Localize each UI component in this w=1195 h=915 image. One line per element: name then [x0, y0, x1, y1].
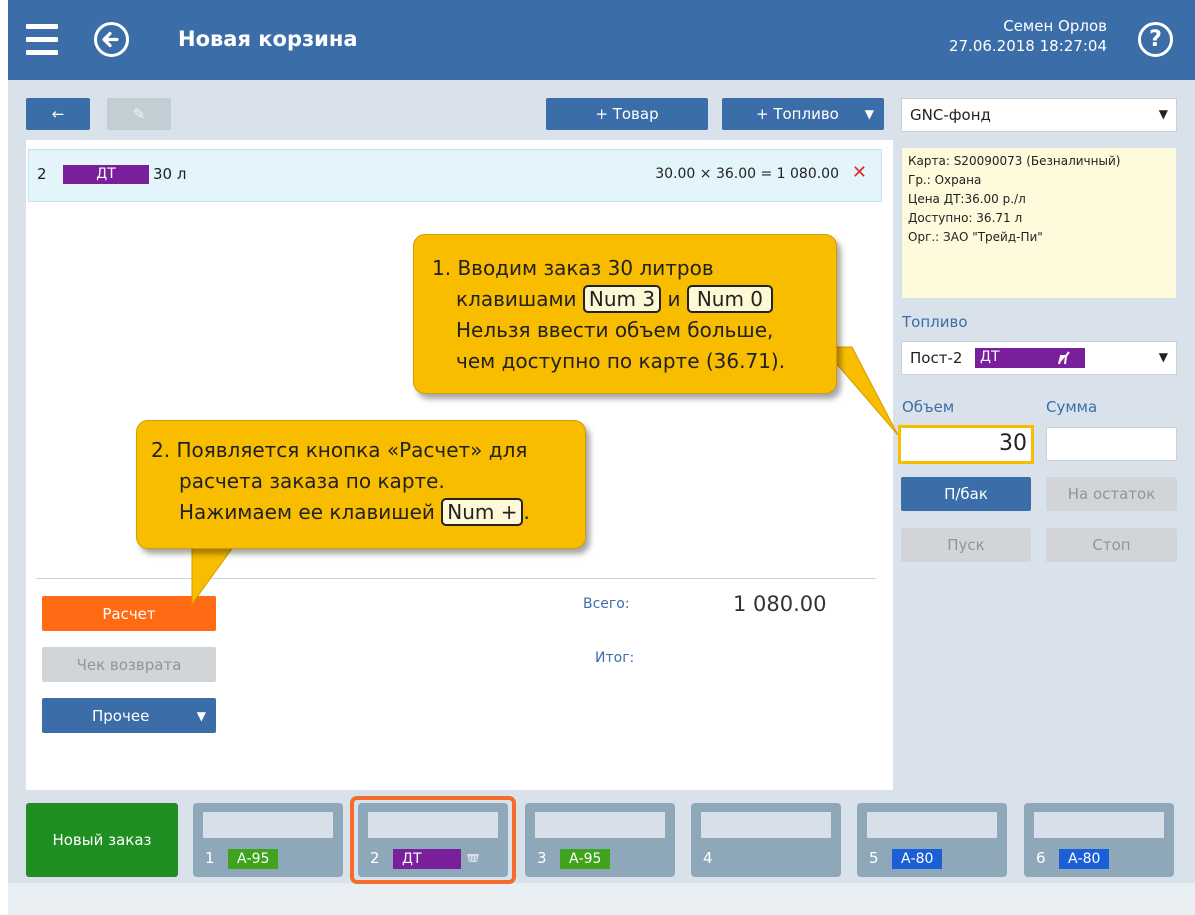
chevron-down-icon: ▼	[864, 107, 874, 121]
callout-1-line: 1. Вводим заказ 30 литров	[432, 256, 714, 280]
fund-value: GNC-фонд	[910, 106, 991, 124]
total-value: 1 080.00	[733, 592, 827, 616]
new-order-button[interactable]: Новый заказ	[26, 803, 178, 877]
remove-icon[interactable]: ✕	[852, 162, 867, 183]
order-line-fuel: ДТ	[63, 165, 149, 184]
callout-2-line: расчета заказа по карте.	[179, 469, 445, 493]
order-tab-number: 1	[205, 849, 215, 867]
basket-icon	[466, 851, 480, 869]
add-fuel-label: + Топливо	[756, 105, 839, 123]
callout-1-line: чем доступно по карте (36.71).	[456, 349, 786, 373]
return-receipt-button[interactable]: Чек возврата	[42, 647, 216, 682]
start-button[interactable]: Пуск	[901, 528, 1031, 562]
post-select[interactable]: Пост-2 ДТ ▼	[901, 341, 1177, 375]
stop-button[interactable]: Стоп	[1046, 528, 1177, 562]
app-header: Новая корзина Семен Орлов 27.06.2018 18:…	[8, 0, 1195, 80]
help-icon[interactable]: ?	[1138, 22, 1173, 57]
card-info-box: Карта: S20090073 (Безналичный) Гр.: Охра…	[901, 147, 1177, 299]
order-tab-5[interactable]: 5 А-80	[857, 803, 1007, 877]
add-fuel-button[interactable]: + Топливо ▼	[722, 98, 884, 130]
order-tab-fuel: А-95	[560, 849, 611, 869]
chevron-down-icon: ▼	[1158, 350, 1168, 364]
arrow-left-icon: ←	[51, 105, 65, 123]
divider	[36, 578, 876, 579]
callout-2-line: 2. Появляется кнопка «Расчет» для	[151, 438, 528, 462]
order-line[interactable]: 2 ДТ 30 л 30.00 × 36.00 = 1 080.00 ✕	[28, 149, 882, 202]
order-tab-fuel: А-95	[228, 849, 279, 869]
card-info-line: Гр.: Охрана	[908, 173, 982, 187]
order-tab-field	[203, 812, 333, 838]
back-circle-icon[interactable]	[94, 22, 129, 57]
bottom-bar	[8, 883, 1195, 915]
datetime: 27.06.2018 18:27:04	[948, 37, 1107, 55]
order-tab-number: 6	[1036, 849, 1046, 867]
card-info-line: Карта: S20090073 (Безналичный)	[908, 154, 1121, 168]
card-info-line: Орг.: ЗАО "Трейд-Пи"	[908, 230, 1043, 244]
order-tab-1[interactable]: 1 А-95	[193, 803, 343, 877]
callout-2-text: Нажимаем ее клавишей	[179, 500, 435, 524]
order-tab-field	[368, 812, 498, 838]
other-button[interactable]: Прочее ▼	[42, 698, 216, 733]
other-label: Прочее	[92, 706, 150, 725]
user-info: Семен Орлов 27.06.2018 18:27:04	[949, 16, 1107, 56]
order-tab-fuel: А-80	[1059, 849, 1110, 869]
order-tab-field	[535, 812, 665, 838]
volume-value: 30	[999, 431, 1027, 456]
remainder-button[interactable]: На остаток	[1046, 477, 1177, 511]
edit-button[interactable]: ✎	[107, 98, 171, 130]
card-info-line: Доступно: 36.71 л	[908, 211, 1023, 225]
post-fuel: ДТ	[980, 349, 1000, 365]
order-tab-field	[867, 812, 997, 838]
fuel-nozzle-icon	[1057, 351, 1071, 369]
keycap-num0: Num 0	[686, 285, 774, 313]
menu-icon[interactable]	[26, 24, 58, 56]
callout-1: 1. Вводим заказ 30 литров клавишами Num …	[413, 234, 837, 394]
order-tab-fuel: А-80	[892, 849, 943, 869]
order-tab-field	[701, 812, 831, 838]
pencil-icon: ✎	[132, 105, 146, 123]
order-line-calc: 30.00 × 36.00 = 1 080.00	[655, 166, 839, 182]
total-label: Всего:	[583, 596, 630, 612]
order-tab-6[interactable]: 6 А-80	[1024, 803, 1174, 877]
callout-2-text: .	[523, 500, 530, 524]
order-tab-2[interactable]: 2 ДТ	[358, 803, 508, 877]
callout-1-line: клавишами Num 3 и Num 0	[432, 284, 836, 315]
order-tab-number: 3	[537, 849, 547, 867]
chevron-down-icon: ▼	[196, 708, 206, 723]
order-tab-number: 4	[703, 849, 713, 867]
keycap-num3: Num 3	[582, 285, 662, 313]
result-label: Итог:	[595, 650, 635, 666]
fuel-label: Топливо	[902, 313, 968, 331]
order-tab-field	[1034, 812, 1164, 838]
back-button[interactable]: ←	[26, 98, 90, 130]
chevron-down-icon: ▼	[1158, 107, 1168, 121]
sum-label: Сумма	[1046, 398, 1098, 416]
order-line-volume: 30 л	[153, 165, 187, 183]
keycap-num-plus: Num +	[441, 498, 524, 526]
callout-1-line: Нельзя ввести объем больше,	[456, 318, 774, 342]
add-product-button[interactable]: + Товар	[546, 98, 708, 130]
callout-1-text: клавишами	[456, 287, 577, 311]
sum-input[interactable]	[1046, 427, 1177, 461]
order-tab-number: 2	[370, 849, 380, 867]
order-tab-fuel: ДТ	[393, 849, 461, 869]
order-tab-3[interactable]: 3 А-95	[525, 803, 675, 877]
callout-2-line: Нажимаем ее клавишей Num +.	[151, 497, 585, 528]
order-line-number: 2	[37, 165, 47, 183]
page-title: Новая корзина	[178, 27, 358, 51]
order-tab-number: 5	[869, 849, 879, 867]
order-tab-4[interactable]: 4	[691, 803, 841, 877]
full-tank-button[interactable]: П/бак	[901, 477, 1031, 511]
callout-2: 2. Появляется кнопка «Расчет» для расчет…	[136, 420, 586, 549]
fund-select[interactable]: GNC-фонд ▼	[901, 98, 1177, 132]
callout-1-text: и	[667, 287, 681, 311]
card-info-line: Цена ДТ:36.00 р./л	[908, 192, 1026, 206]
user-name: Семен Орлов	[1003, 17, 1107, 35]
